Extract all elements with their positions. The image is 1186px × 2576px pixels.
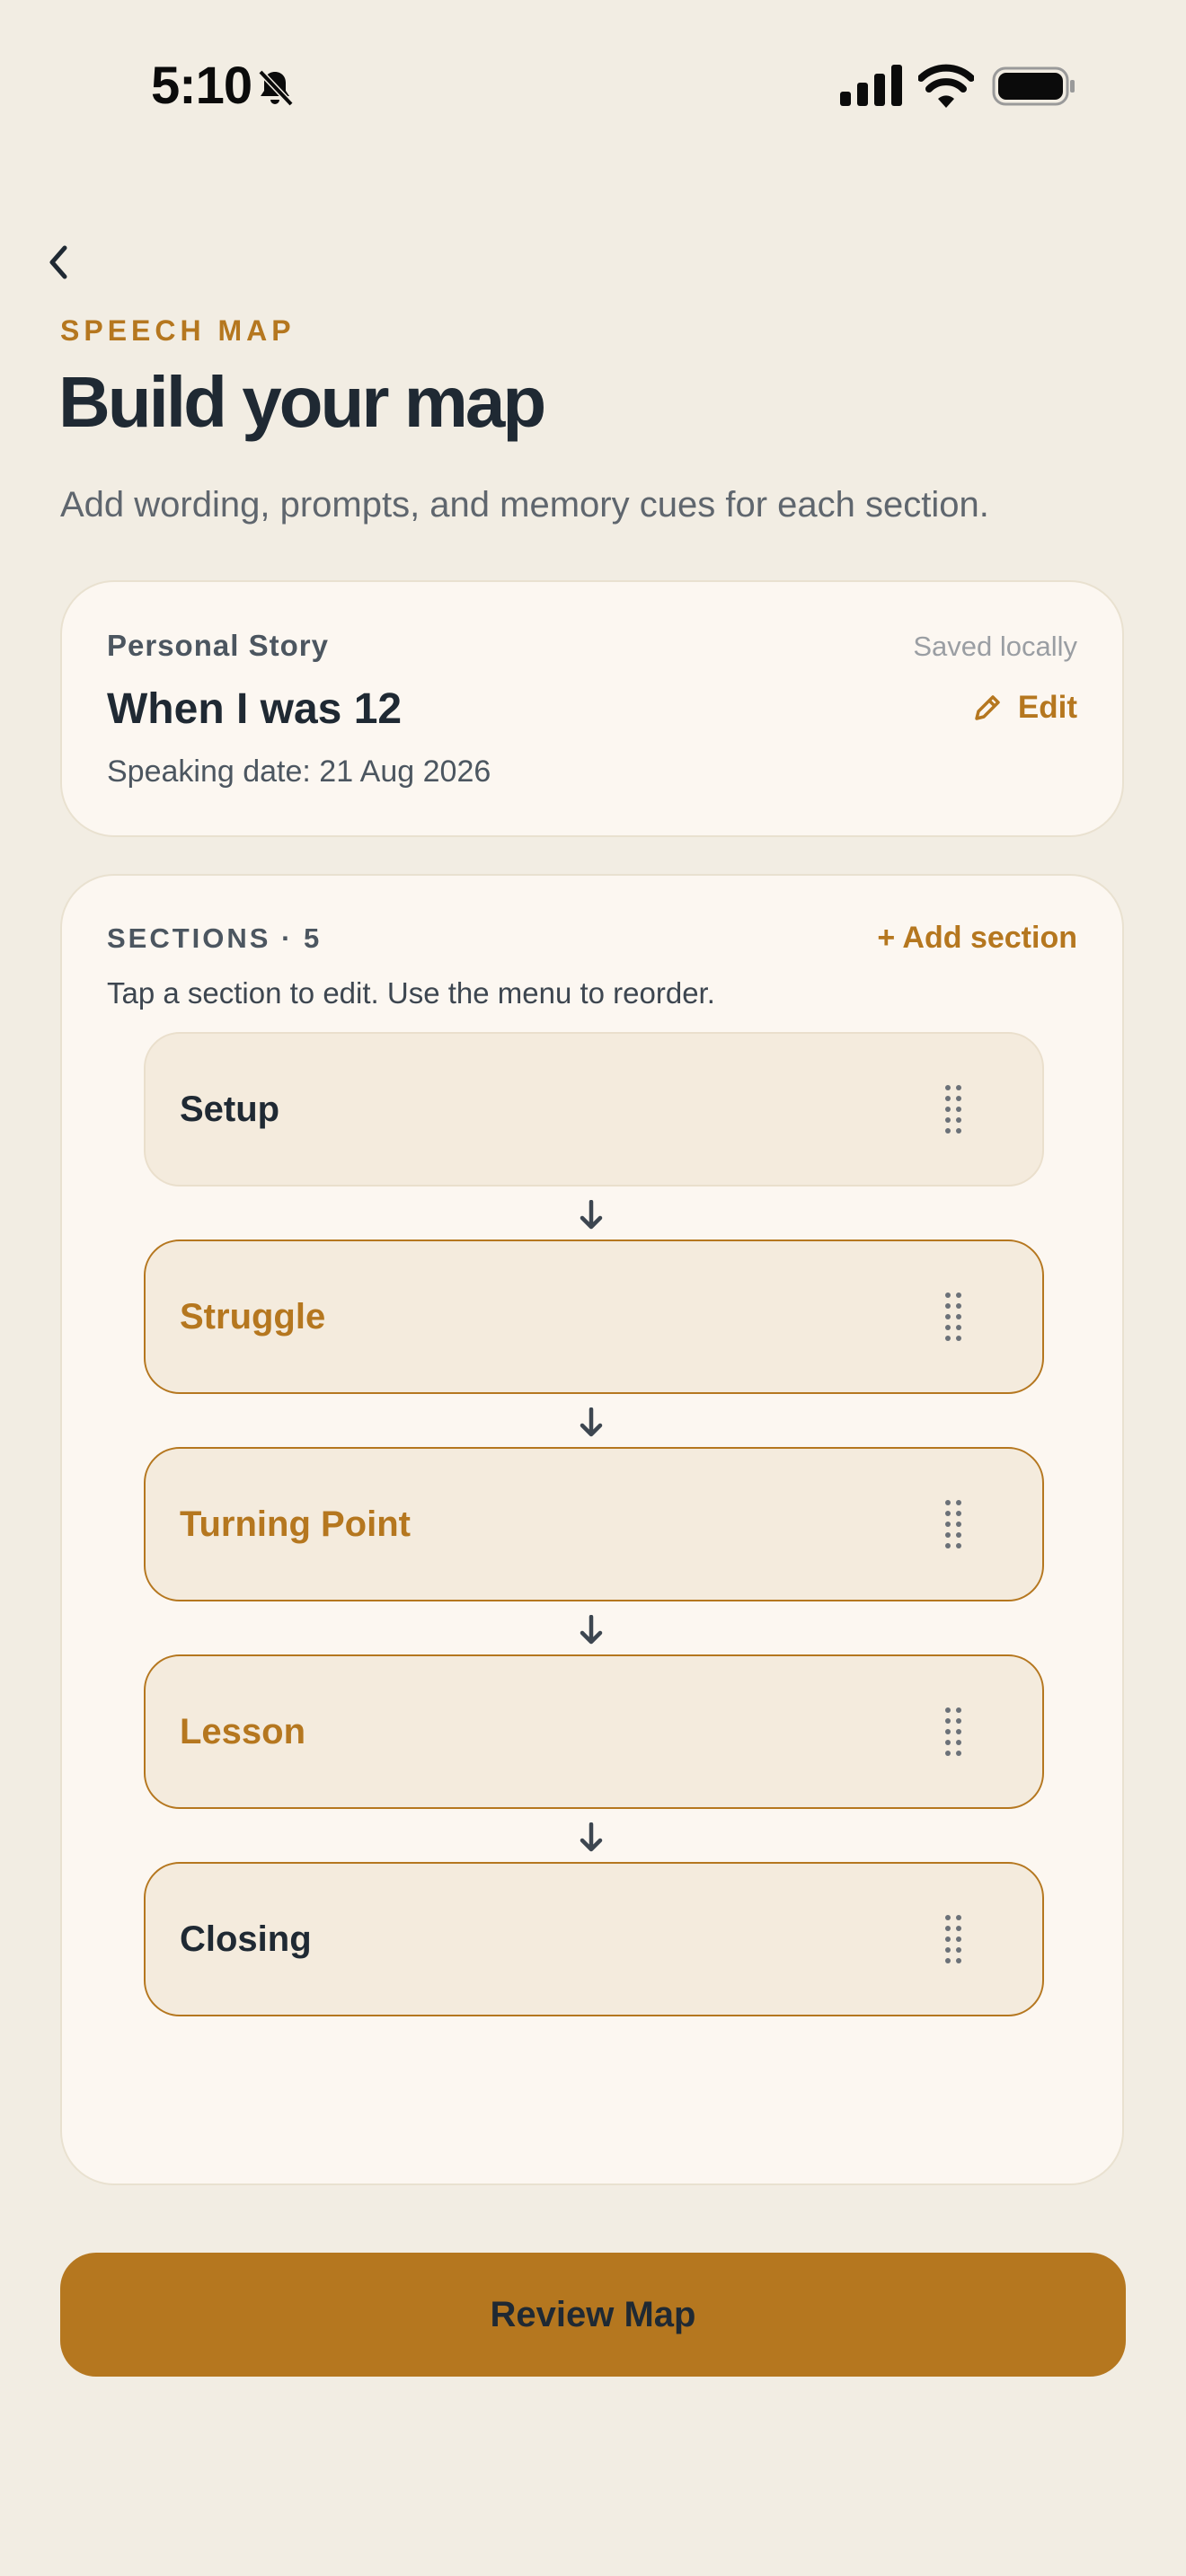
add-section-button[interactable]: + Add section: [877, 921, 1077, 956]
arrow-down-icon: [580, 1407, 603, 1437]
bell-slash-icon: [258, 69, 294, 107]
chevron-left-icon: [49, 245, 67, 279]
section-item-closing[interactable]: Closing: [144, 1862, 1044, 2016]
arrow-down-icon: [580, 1615, 603, 1645]
pencil-icon: [975, 695, 1000, 720]
story-type: Personal Story: [107, 629, 329, 662]
review-map-button[interactable]: Review Map: [60, 2253, 1126, 2377]
battery-icon: [992, 66, 1075, 106]
section-label: Struggle: [180, 1297, 326, 1337]
status-time: 5:10: [151, 57, 252, 115]
section-label: Lesson: [180, 1712, 306, 1751]
cellular-signal-icon: [840, 65, 902, 106]
edit-label: Edit: [1017, 690, 1077, 725]
section-item-lesson[interactable]: Lesson: [144, 1654, 1044, 1809]
section-item-setup[interactable]: Setup: [144, 1032, 1044, 1187]
arrow-down-icon: [580, 1822, 603, 1852]
save-status: Saved locally: [913, 631, 1077, 662]
section-label: Turning Point: [180, 1504, 411, 1544]
arrow-down-icon: [580, 1200, 603, 1230]
story-card: Personal Story Saved locally When I was …: [60, 580, 1124, 837]
edit-story-button[interactable]: Edit: [969, 690, 1077, 726]
story-title: When I was 12: [107, 685, 403, 733]
status-bar: 5:10: [0, 0, 1186, 171]
sections-card: SECTIONS · 5 + Add section Tap a section…: [60, 874, 1124, 2185]
drag-handle-icon[interactable]: [943, 1084, 963, 1134]
drag-handle-icon[interactable]: [943, 1499, 963, 1549]
page-title: Build your map: [58, 362, 546, 442]
back-button[interactable]: [36, 235, 81, 289]
sections-hint: Tap a section to edit. Use the menu to r…: [107, 976, 715, 1010]
drag-handle-icon[interactable]: [943, 1292, 963, 1342]
drag-handle-icon[interactable]: [943, 1914, 963, 1964]
section-item-struggle[interactable]: Struggle: [144, 1239, 1044, 1394]
section-item-turning-point[interactable]: Turning Point: [144, 1447, 1044, 1601]
drag-handle-icon[interactable]: [943, 1707, 963, 1757]
page-subtitle: Add wording, prompts, and memory cues fo…: [60, 485, 989, 525]
section-label: Closing: [180, 1919, 312, 1959]
section-label: Setup: [180, 1090, 280, 1129]
page-eyebrow: SPEECH MAP: [60, 314, 296, 347]
sections-header: SECTIONS · 5: [107, 922, 323, 954]
speaking-date: Speaking date: 21 Aug 2026: [107, 754, 491, 789]
wifi-icon: [918, 64, 974, 108]
